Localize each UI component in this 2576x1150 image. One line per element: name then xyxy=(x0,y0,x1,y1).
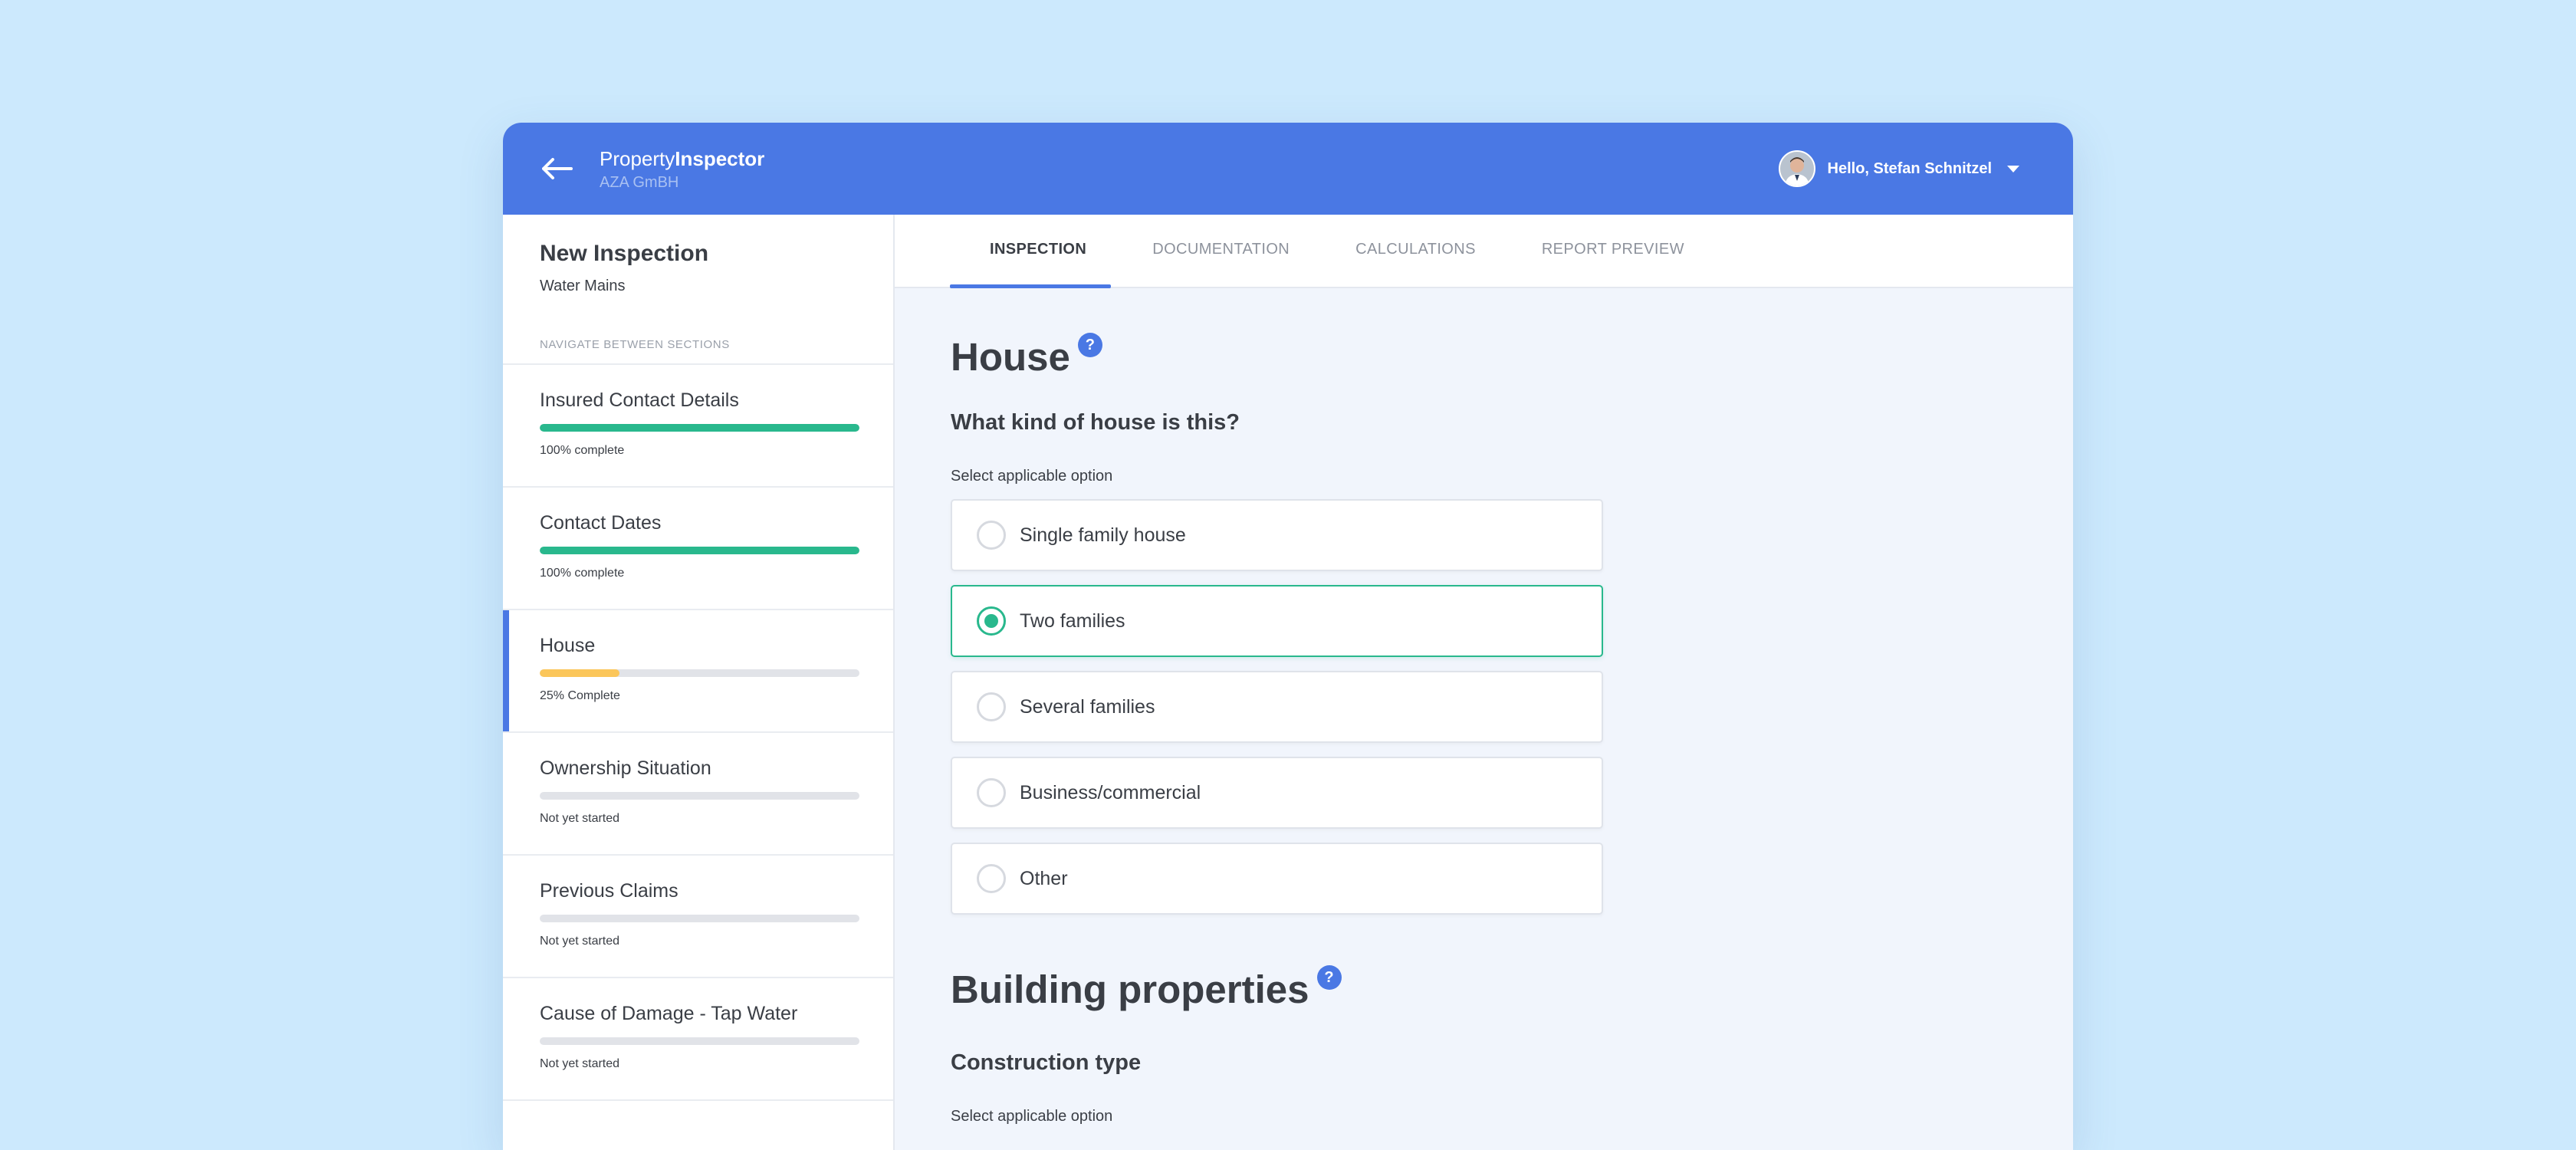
option-hint: Select applicable option xyxy=(951,468,1113,485)
tab-bar: INSPECTION DOCUMENTATION CALCULATIONS RE… xyxy=(895,215,2073,288)
sidebar-item-ownership-situation[interactable]: Ownership Situation Not yet started xyxy=(503,733,893,856)
avatar xyxy=(1778,150,1815,187)
company-name: AZA GmBH xyxy=(600,173,679,191)
progress-bar xyxy=(540,547,859,554)
tab-report-preview[interactable]: REPORT PREVIEW xyxy=(1500,215,1709,287)
section-label: Ownership Situation xyxy=(540,757,711,779)
section-list: Insured Contact Details 100% complete Co… xyxy=(503,363,893,1101)
main-content: INSPECTION DOCUMENTATION CALCULATIONS RE… xyxy=(895,215,2073,1150)
tab-documentation[interactable]: DOCUMENTATION xyxy=(1111,215,1314,287)
option-business-commercial[interactable]: Business/commercial xyxy=(951,757,1603,829)
back-button[interactable] xyxy=(538,150,577,188)
section-status: Not yet started xyxy=(540,935,620,948)
section-label: Insured Contact Details xyxy=(540,389,739,411)
section-status: Not yet started xyxy=(540,812,620,825)
app-name-light: Property xyxy=(600,146,675,170)
top-bar: PropertyInspector AZA GmBH Hello, Stefan… xyxy=(503,123,2073,215)
section-status: 100% complete xyxy=(540,567,625,580)
radio-button-selected[interactable] xyxy=(977,606,1006,636)
section-title-building-properties: Building properties xyxy=(951,968,1309,1011)
option-label: Other xyxy=(1020,867,1068,889)
option-two-families[interactable]: Two families xyxy=(951,585,1603,657)
progress-fill xyxy=(540,424,859,432)
tab-calculations[interactable]: CALCULATIONS xyxy=(1314,215,1500,287)
chevron-down-icon xyxy=(2007,165,2019,172)
option-other[interactable]: Other xyxy=(951,843,1603,915)
sidebar-item-insured-contact-details[interactable]: Insured Contact Details 100% complete xyxy=(503,365,893,488)
section-label: Cause of Damage - Tap Water xyxy=(540,1003,798,1024)
question-label: What kind of house is this? xyxy=(951,410,1240,435)
app-window: PropertyInspector AZA GmBH Hello, Stefan… xyxy=(503,123,2073,1150)
help-icon[interactable]: ? xyxy=(1316,965,1342,990)
avatar-image xyxy=(1779,152,1814,186)
user-menu[interactable]: Hello, Stefan Schnitzel xyxy=(1778,150,2019,187)
progress-bar xyxy=(540,792,859,800)
app-name-bold: Inspector xyxy=(675,146,765,170)
brand: PropertyInspector AZA GmBH xyxy=(600,146,764,192)
option-label: Single family house xyxy=(1020,524,1186,546)
section-label: Previous Claims xyxy=(540,880,678,902)
inspection-subtitle: Water Mains xyxy=(540,278,626,294)
section-status: Not yet started xyxy=(540,1057,620,1070)
radio-button[interactable] xyxy=(977,521,1006,550)
option-hint: Select applicable option xyxy=(951,1108,1113,1125)
option-single-family[interactable]: Single family house xyxy=(951,499,1603,571)
sidebar-item-cause-of-damage[interactable]: Cause of Damage - Tap Water Not yet star… xyxy=(503,978,893,1101)
progress-fill xyxy=(540,669,620,677)
progress-bar xyxy=(540,424,859,432)
sidebar-item-previous-claims[interactable]: Previous Claims Not yet started xyxy=(503,856,893,978)
arrow-left-icon xyxy=(542,158,573,179)
option-label: Several families xyxy=(1020,695,1155,718)
user-greeting: Hello, Stefan Schnitzel xyxy=(1827,159,1992,177)
option-label: Two families xyxy=(1020,610,1125,632)
section-status: 100% complete xyxy=(540,444,625,457)
progress-bar xyxy=(540,669,859,677)
option-several-families[interactable]: Several families xyxy=(951,671,1603,743)
section-label: Contact Dates xyxy=(540,512,662,534)
progress-bar xyxy=(540,1037,859,1045)
radio-button[interactable] xyxy=(977,692,1006,721)
option-label: Business/commercial xyxy=(1020,781,1201,803)
house-type-options: Single family house Two families Several… xyxy=(951,499,1603,915)
sidebar-item-contact-dates[interactable]: Contact Dates 100% complete xyxy=(503,488,893,610)
sidebar-item-house[interactable]: House 25% Complete xyxy=(503,610,893,733)
construction-type-label: Construction type xyxy=(951,1050,1142,1075)
section-status: 25% Complete xyxy=(540,689,620,702)
sidebar: New Inspection Water Mains NAVIGATE BETW… xyxy=(503,215,895,1150)
progress-fill xyxy=(540,547,859,554)
tab-inspection[interactable]: INSPECTION xyxy=(950,215,1112,288)
nav-label: NAVIGATE BETWEEN SECTIONS xyxy=(540,338,730,351)
help-icon[interactable]: ? xyxy=(1077,333,1102,357)
app-name: PropertyInspector xyxy=(600,146,764,171)
radio-button[interactable] xyxy=(977,778,1006,807)
progress-bar xyxy=(540,915,859,922)
page-title: House xyxy=(951,335,1070,379)
inspection-title: New Inspection xyxy=(540,241,709,266)
radio-button[interactable] xyxy=(977,864,1006,893)
section-label: House xyxy=(540,635,596,656)
